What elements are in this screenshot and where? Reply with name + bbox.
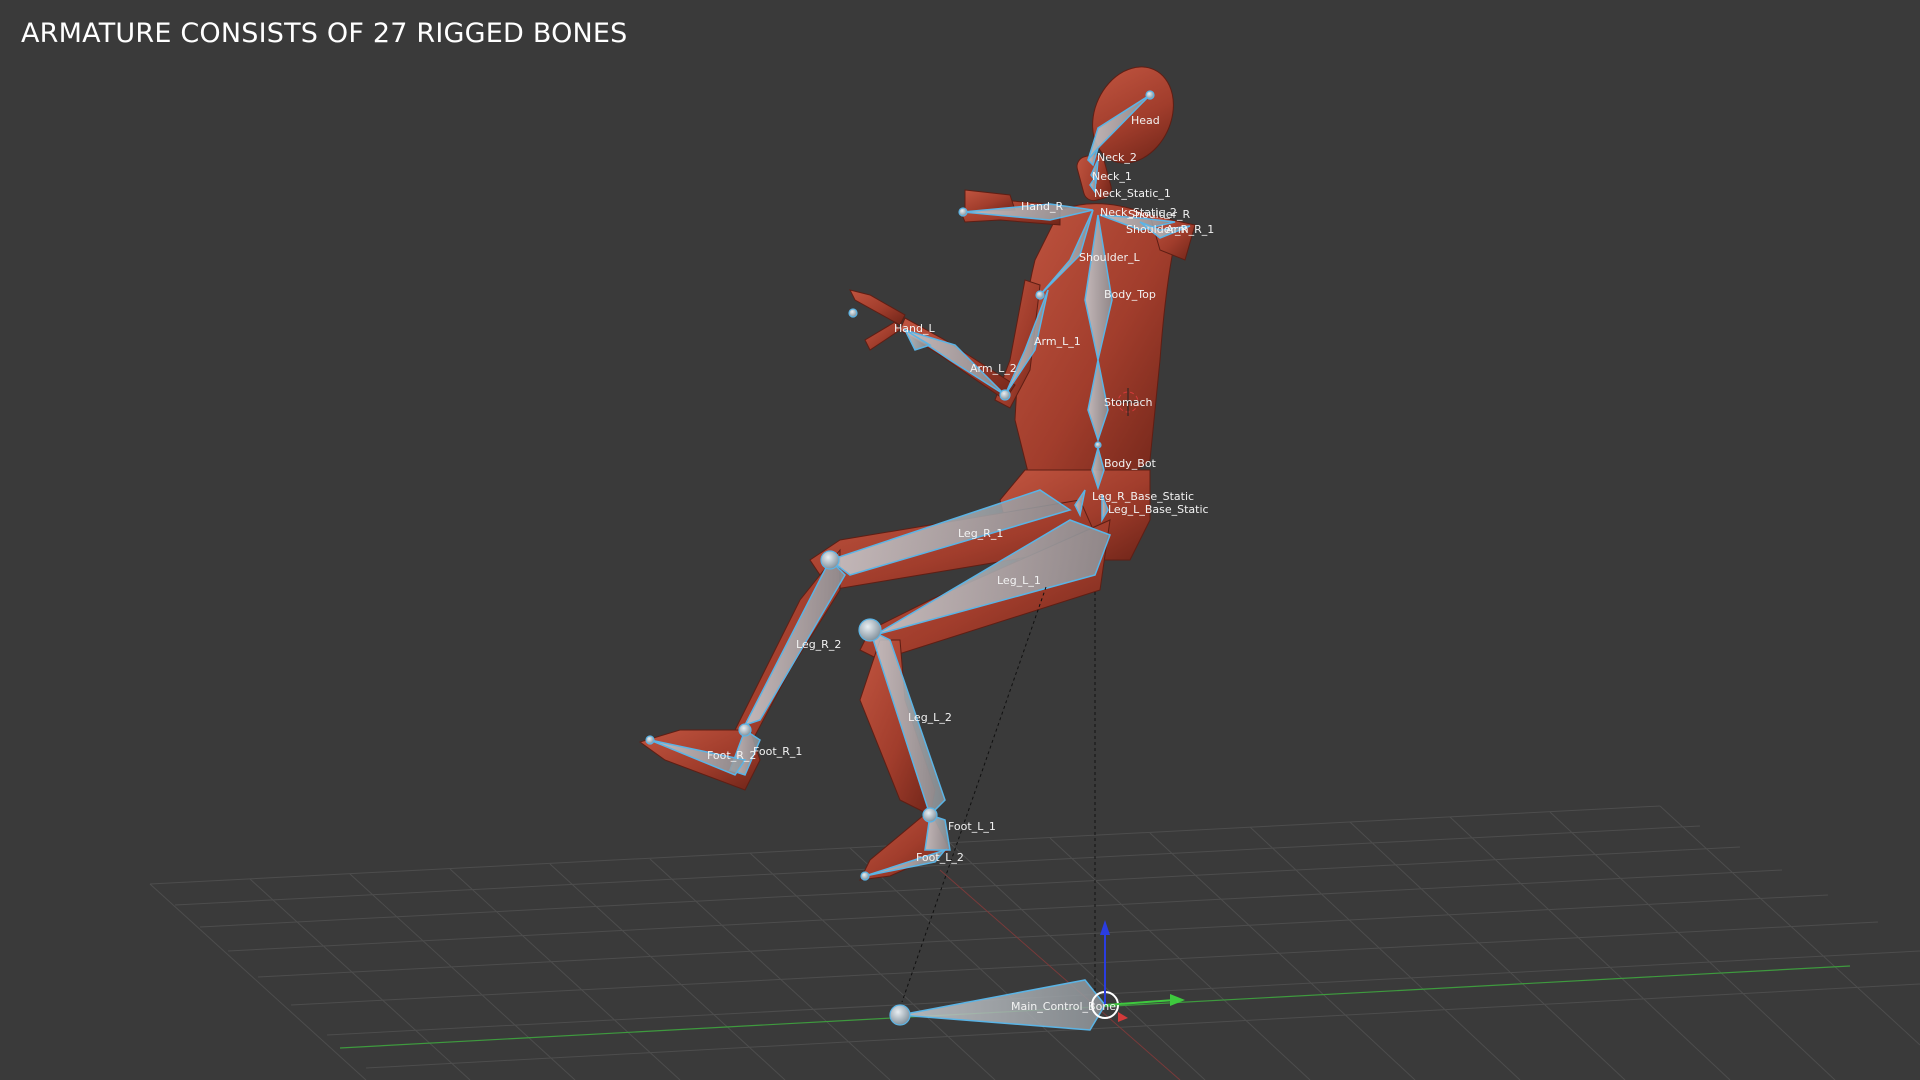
bone-label-head: Head [1131, 114, 1160, 127]
bone-label-hand-r: Hand_R [1021, 200, 1063, 213]
bone-label-foot-l-1: Foot_L_1 [948, 820, 996, 833]
bone-label-body-top: Body_Top [1104, 288, 1156, 301]
bone-label-main-control-bone: Main_Control_Bone [1011, 1000, 1116, 1013]
bone-label-leg-r-base-static: Leg_R_Base_Static [1092, 490, 1194, 503]
bone-label-foot-l-2: Foot_L_2 [916, 851, 964, 864]
bone-label-foot-r-1: Foot_R_1 [753, 745, 802, 758]
bone-label-arm-l-2: Arm_L_2 [970, 362, 1017, 375]
page-title: ARMATURE CONSISTS OF 27 RIGGED BONES [21, 18, 628, 49]
bone-label-arm-l-1: Arm_L_1 [1034, 335, 1081, 348]
bone-label-leg-r-1: Leg_R_1 [958, 527, 1003, 540]
3d-viewport[interactable]: Head Neck_2 Neck_1 Neck_Static_1 Neck_St… [0, 0, 1920, 1080]
bone-label-stomach: Stomach [1104, 396, 1153, 409]
x-axis-line [939, 869, 1181, 1080]
bone-label-foot-r-2: Foot_R_2 [707, 749, 756, 762]
armature-scene[interactable]: Head Neck_2 Neck_1 Neck_Static_1 Neck_St… [0, 0, 1920, 1080]
bone-label-leg-l-2: Leg_L_2 [908, 711, 952, 724]
bone-label-hand-l: Hand_L [894, 322, 935, 335]
bone-label-leg-r-2: Leg_R_2 [796, 638, 841, 651]
bone-label-leg-l-base-static: Leg_L_Base_Static [1108, 503, 1209, 516]
bone-label-arm-r-1: Arm_R_1 [1166, 223, 1214, 236]
bone-label-body-bot: Body_Bot [1104, 457, 1157, 470]
bone-label-shoulder-r: Shoulder_R [1128, 208, 1190, 221]
floor-grid [149, 805, 1920, 1080]
bone-label-leg-l-1: Leg_L_1 [997, 574, 1041, 587]
bone-label-neck-2: Neck_2 [1097, 151, 1137, 164]
bone-label-neck-static-1: Neck_Static_1 [1094, 187, 1171, 200]
bone-label-shoulder-l: Shoulder_L [1079, 251, 1140, 264]
bone-label-neck-1: Neck_1 [1092, 170, 1132, 183]
